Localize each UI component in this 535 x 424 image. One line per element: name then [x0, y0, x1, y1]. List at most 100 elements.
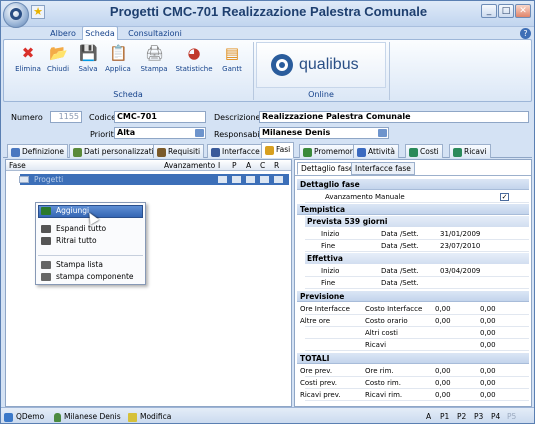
- print-component-icon: [41, 273, 51, 281]
- flag-c-icon[interactable]: [260, 176, 269, 183]
- cell: Fine: [321, 242, 336, 250]
- col-fase[interactable]: Fase: [9, 160, 26, 171]
- applica-button[interactable]: 📋 Applica: [102, 44, 134, 73]
- descrizione-field[interactable]: Realizzazione Palestra Comunale: [259, 111, 529, 123]
- statistiche-button[interactable]: ◕ Statistiche: [174, 44, 214, 73]
- title-bar: ★ Progetti CMC-701 Realizzazione Palestr…: [1, 1, 534, 28]
- status-p3[interactable]: P3: [474, 409, 483, 423]
- prev-inizio-value[interactable]: 31/01/2009: [440, 228, 480, 240]
- tab-interfacce-fase[interactable]: Interfacce fase: [351, 162, 415, 175]
- col-avanzamento[interactable]: Avanzamento: [164, 160, 215, 171]
- qualibus-online-banner[interactable]: qualibus: [256, 42, 386, 88]
- collapse-icon: [41, 237, 51, 245]
- table-row: Avanzamento Manuale ✓: [305, 191, 529, 203]
- cell: Ore prev.: [300, 367, 333, 375]
- flag-r-icon[interactable]: [274, 176, 283, 183]
- lookup-icon[interactable]: [378, 129, 387, 137]
- cell: Ricavi rim.: [365, 391, 403, 399]
- tab-ricavi[interactable]: Ricavi: [449, 144, 491, 158]
- priorita-select[interactable]: Alta: [114, 127, 206, 139]
- tab-definizione[interactable]: Definizione: [7, 144, 68, 158]
- tab-dati-personalizzati[interactable]: Dati personalizzati: [69, 144, 158, 158]
- button-label: Salva: [78, 65, 98, 73]
- responsabile-value: Milanese Denis: [262, 128, 331, 137]
- section-totali: TOTALI: [297, 353, 529, 364]
- eff-inizio-value[interactable]: 03/04/2009: [440, 265, 480, 277]
- tab-label: Definizione: [22, 147, 64, 156]
- prev-fine-value[interactable]: 23/07/2010: [440, 240, 480, 252]
- col-i[interactable]: I: [218, 160, 220, 171]
- cell: Altri costi: [365, 329, 398, 337]
- col-p[interactable]: P: [232, 160, 237, 171]
- button-label: Gantt: [222, 65, 242, 73]
- tab-dettaglio-fase[interactable]: Dettaglio fase: [297, 162, 358, 175]
- maximize-button[interactable]: □: [498, 4, 514, 18]
- col-r[interactable]: R: [274, 160, 279, 171]
- help-icon[interactable]: ?: [520, 28, 531, 39]
- cell: Ore Interfacce: [300, 305, 350, 313]
- tab-costi[interactable]: Costi: [405, 144, 443, 158]
- tab-label: Fasi: [276, 145, 291, 154]
- col-a[interactable]: A: [246, 160, 251, 171]
- flag-i-icon[interactable]: [218, 176, 227, 183]
- expand-icon: [41, 225, 51, 233]
- cell: 0,00: [480, 305, 496, 313]
- tab-attivit-[interactable]: Attività: [353, 144, 400, 158]
- close-button[interactable]: ✕: [515, 4, 531, 18]
- button-label: Elimina: [15, 65, 41, 73]
- table-row: Altri costi 0,00: [305, 327, 529, 339]
- salva-button[interactable]: 💾 Salva: [72, 44, 104, 73]
- add-icon: [41, 207, 51, 215]
- menu-item-label: stampa componente: [56, 272, 134, 281]
- status-p2[interactable]: P2: [457, 409, 466, 423]
- status-p4[interactable]: P4: [491, 409, 500, 423]
- cell: Costo orario: [365, 317, 408, 325]
- tab-scheda[interactable]: Scheda: [82, 26, 118, 40]
- tab-label: Ricavi: [464, 147, 487, 156]
- menu-item-espandi-tutto[interactable]: Espandi tutto: [38, 223, 143, 235]
- responsabile-field[interactable]: Milanese Denis: [259, 127, 389, 139]
- status-a[interactable]: A: [426, 409, 431, 423]
- menu-item-stampa-lista[interactable]: Stampa lista: [38, 259, 143, 271]
- menu-item-ritrai-tutto[interactable]: Ritrai tutto: [38, 235, 143, 247]
- costo-orario-value[interactable]: 0,00: [480, 315, 496, 327]
- flag-a-icon[interactable]: [246, 176, 255, 183]
- elimina-button[interactable]: ✖ Elimina: [12, 44, 44, 73]
- stampa-button[interactable]: 🖨 Stampa: [138, 44, 170, 73]
- cell: 0,00: [480, 379, 496, 387]
- save-icon: 💾: [79, 44, 98, 62]
- chiudi-button[interactable]: 📂 Chiudi: [42, 44, 74, 73]
- altre-ore-value[interactable]: 0,00: [435, 315, 451, 327]
- ricavi-value[interactable]: 0,00: [480, 339, 496, 351]
- avanzamento-checkbox[interactable]: ✓: [500, 193, 509, 201]
- table-row: Costi prev. Costo rim. 0,00 0,00: [300, 377, 529, 389]
- cell: Data /Sett.: [381, 267, 419, 275]
- numero-label: Numero: [11, 113, 43, 122]
- flag-p-icon[interactable]: [232, 176, 241, 183]
- minimize-button[interactable]: _: [481, 4, 497, 18]
- chevron-down-icon[interactable]: [195, 129, 204, 137]
- print-icon: 🖨: [145, 44, 165, 62]
- status-bar: QDemo Milanese Denis Modifica A P1 P2 P3…: [1, 407, 534, 423]
- tab-interfacce[interactable]: Interfacce: [207, 144, 264, 158]
- user-icon: [54, 412, 61, 422]
- tab-fasi[interactable]: Fasi: [261, 142, 295, 158]
- table-row: Ricavi prev. Ricavi rim. 0,00 0,00: [300, 389, 529, 401]
- avanzamento-mode[interactable]: Manuale: [375, 191, 405, 203]
- status-p5[interactable]: P5: [507, 409, 516, 423]
- table-row[interactable]: Progetti: [19, 174, 289, 185]
- tab-requisiti[interactable]: Requisiti: [153, 144, 205, 158]
- table-row: Ore Interfacce Costo Interfacce 0,00 0,00: [300, 303, 529, 315]
- grid-header: Fase Avanzamento I P A C R: [6, 160, 291, 171]
- altri-costi-value[interactable]: 0,00: [480, 327, 496, 339]
- col-c[interactable]: C: [260, 160, 265, 171]
- status-p1[interactable]: P1: [440, 409, 449, 423]
- dati-personalizzati-icon: [73, 147, 82, 157]
- app-window: ★ Progetti CMC-701 Realizzazione Palestr…: [0, 0, 535, 424]
- delete-icon: ✖: [21, 44, 35, 62]
- cell: Fine: [321, 279, 336, 287]
- gantt-icon: ▤: [224, 44, 240, 62]
- codice-field[interactable]: CMC-701: [114, 111, 206, 123]
- menu-item-stampa-componente[interactable]: stampa componente: [38, 271, 143, 283]
- gantt-button[interactable]: ▤ Gantt: [216, 44, 248, 73]
